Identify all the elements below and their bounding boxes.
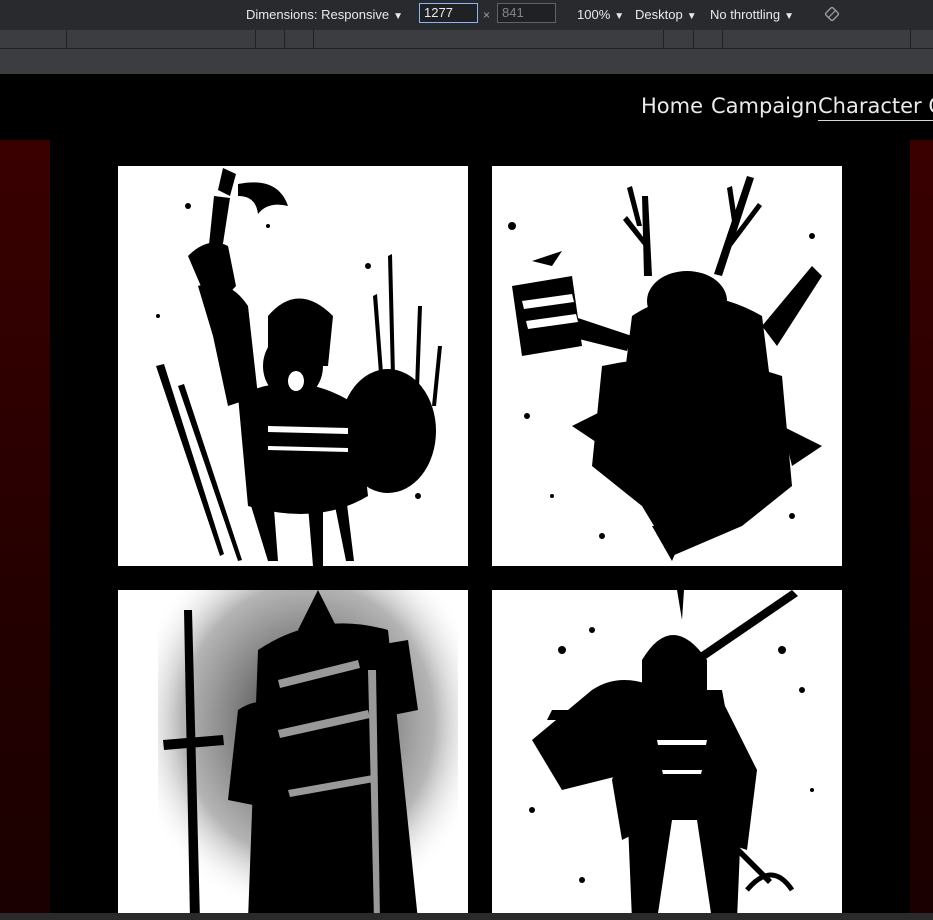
character-card-viking[interactable]	[118, 166, 468, 566]
throttling-label: No throttling	[710, 7, 781, 22]
device-type-dropdown[interactable]: Desktop ▼	[635, 0, 697, 30]
side-panel-left	[0, 140, 50, 920]
chevron-down-icon: ▼	[614, 11, 625, 22]
height-input[interactable]: 841	[497, 3, 556, 23]
character-card-druid[interactable]	[492, 166, 842, 566]
bottom-scrollbar	[0, 913, 933, 920]
device-type-label: Desktop	[635, 7, 683, 22]
throttling-dropdown[interactable]: No throttling ▼	[710, 0, 794, 30]
ink-splash-illustration-icon	[158, 590, 458, 920]
ink-splash-illustration-icon	[156, 168, 442, 566]
nav-link-campaign[interactable]: Campaign	[711, 94, 818, 118]
responsive-ruler	[0, 30, 933, 49]
ink-splash-illustration-icon	[508, 176, 822, 561]
page-viewport: Home Campaign Character Cre	[0, 74, 933, 920]
nav-link-home[interactable]: Home	[641, 94, 703, 118]
chevron-down-icon: ▼	[393, 11, 403, 22]
nav-link-character-creation[interactable]: Character Cre	[818, 94, 933, 121]
main-nav: Home Campaign Character Cre	[0, 74, 933, 140]
side-panel-right	[910, 140, 933, 920]
chevron-down-icon: ▼	[686, 11, 697, 22]
chevron-down-icon: ▼	[784, 11, 794, 22]
character-card-rogue[interactable]	[492, 590, 842, 920]
zoom-dropdown[interactable]: 100% ▼	[577, 0, 624, 30]
character-card-knight[interactable]	[118, 590, 468, 920]
times-symbol: ×	[483, 8, 491, 22]
zoom-label: 100%	[577, 7, 611, 22]
rotate-icon[interactable]	[824, 6, 840, 22]
devtools-spacer	[0, 49, 933, 74]
dimensions-dropdown[interactable]: Dimensions: Responsive ▼	[246, 0, 403, 30]
ink-splash-illustration-icon	[529, 590, 814, 920]
width-input[interactable]: 1277	[419, 3, 478, 23]
devtools-toolbar: Dimensions: Responsive ▼ 1277 × 841 100% ▼…	[0, 0, 933, 30]
dimensions-label: Dimensions: Responsive	[246, 7, 390, 22]
